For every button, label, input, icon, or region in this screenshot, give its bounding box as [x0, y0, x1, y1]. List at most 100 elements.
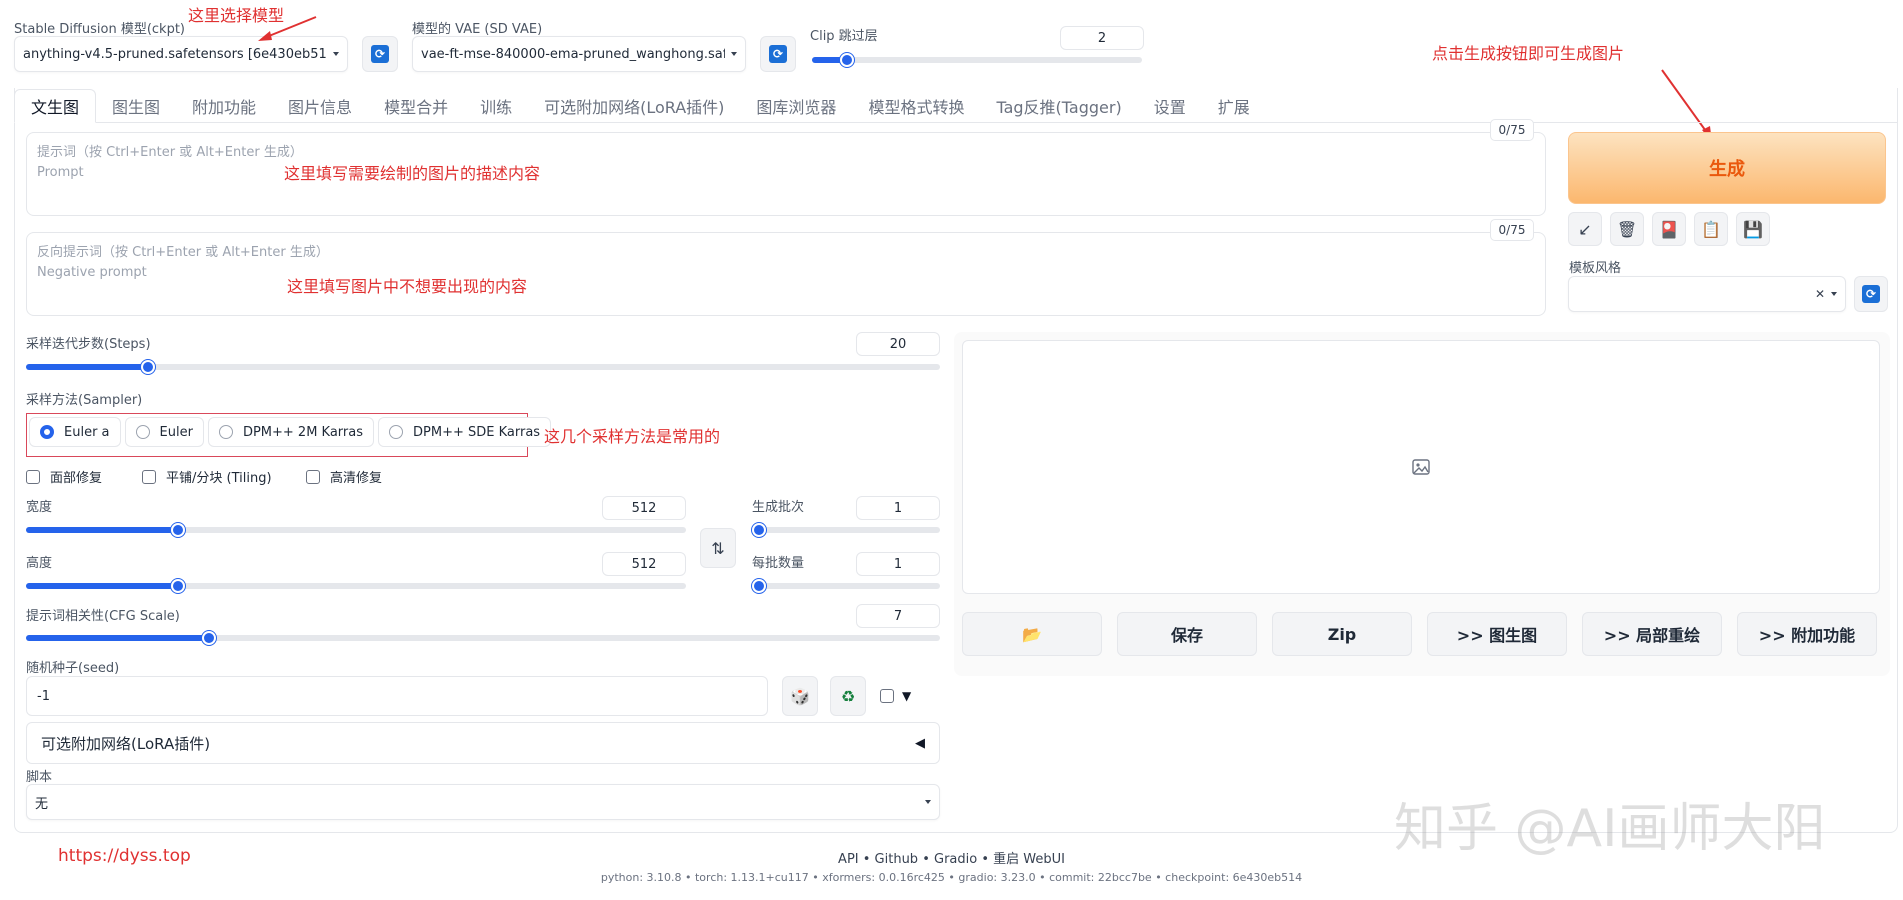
send-to-extras-button[interactable]: >> 附加功能	[1737, 612, 1877, 656]
output-gallery[interactable]	[962, 340, 1880, 594]
sampler-option-euler[interactable]: Euler	[124, 417, 204, 447]
refresh-style-button[interactable]: ⟳	[1854, 276, 1888, 312]
generate-button[interactable]: 生成	[1568, 132, 1886, 204]
swap-icon: ⇅	[711, 538, 725, 558]
width-label: 宽度	[26, 500, 53, 515]
read-params-button[interactable]: ↙	[1568, 212, 1602, 246]
tab-convert[interactable]: 模型格式转换	[852, 89, 980, 122]
sampler-option-dpm-2m-karras[interactable]: DPM++ 2M Karras	[207, 417, 375, 447]
tab-extensions[interactable]: 扩展	[1202, 89, 1266, 122]
clip-skip-number[interactable]: 2	[1060, 26, 1144, 50]
annotation-arrow-model	[258, 16, 317, 41]
save-icon: 💾	[1743, 219, 1763, 239]
steps-slider[interactable]	[26, 360, 940, 374]
checkbox	[306, 469, 320, 484]
refresh-icon: ⟳	[1862, 285, 1880, 303]
slider-handle[interactable]	[752, 523, 766, 537]
slider-handle[interactable]	[171, 579, 185, 593]
open-folder-button[interactable]: 📂	[962, 612, 1102, 656]
width-slider[interactable]	[26, 523, 686, 537]
annotation-prompt: 这里填写需要绘制的图片的描述内容	[284, 164, 541, 183]
vae-select[interactable]: vae-ft-mse-840000-ema-pruned_wanghong.sa…	[412, 36, 746, 72]
zip-button[interactable]: Zip	[1272, 612, 1412, 656]
footer-links[interactable]: API • Github • Gradio • 重启 WebUI	[0, 848, 1903, 867]
script-value: 无	[35, 796, 49, 812]
sampler-option-euler-a[interactable]: Euler a	[29, 417, 121, 447]
seed-label: 随机种子(seed)	[26, 661, 120, 676]
sampler-label: 采样方法(Sampler)	[26, 393, 143, 408]
image-icon	[1412, 459, 1430, 475]
tab-tagger[interactable]: Tag反推(Tagger)	[980, 89, 1137, 122]
checkbox	[880, 689, 894, 703]
clip-skip-slider[interactable]	[812, 53, 1142, 67]
steps-label: 采样迭代步数(Steps)	[26, 337, 151, 352]
refresh-vae-button[interactable]: ⟳	[760, 36, 796, 72]
slider-handle[interactable]	[202, 631, 216, 645]
arrow-icon: ↙	[1578, 219, 1592, 239]
annotation-url: https://dyss.top	[58, 846, 191, 866]
script-select[interactable]: 无	[26, 784, 940, 820]
dice-icon: 🎲	[790, 686, 810, 706]
tab-gallery[interactable]: 图库浏览器	[740, 89, 852, 122]
cfg-slider[interactable]	[26, 631, 940, 645]
reuse-seed-button[interactable]: ♻	[830, 676, 866, 716]
tab-txt2img[interactable]: 文生图	[14, 89, 97, 123]
tab-png-info[interactable]: 图片信息	[272, 89, 368, 122]
folder-icon: 📂	[1022, 624, 1042, 644]
tab-settings[interactable]: 设置	[1138, 89, 1202, 122]
extra-networks-button[interactable]: 🎴	[1652, 212, 1686, 246]
cfg-number[interactable]: 7	[856, 604, 940, 628]
tab-train[interactable]: 训练	[464, 89, 528, 122]
clipboard-icon: 📋	[1701, 219, 1721, 239]
apply-style-button[interactable]: 📋	[1694, 212, 1728, 246]
batch-size-number[interactable]: 1	[856, 552, 940, 576]
trash-icon: 🗑	[1616, 219, 1638, 239]
save-button[interactable]: 保存	[1117, 612, 1257, 656]
tiling-checkbox[interactable]: 平铺/分块 (Tiling)	[142, 467, 272, 486]
lora-accordion[interactable]: 可选附加网络(LoRA插件) ◀	[26, 722, 940, 764]
negative-prompt-input[interactable]: 反向提示词（按 Ctrl+Enter 或 Alt+Enter 生成） Negat…	[26, 232, 1546, 316]
seed-input[interactable]: -1	[26, 676, 768, 716]
width-number[interactable]: 512	[602, 496, 686, 520]
chevron-down-icon	[333, 52, 339, 56]
slider-handle[interactable]	[752, 579, 766, 593]
triangle-left-icon: ◀	[915, 735, 925, 751]
tab-bar: 文生图 图生图 附加功能 图片信息 模型合并 训练 可选附加网络(LoRA插件)…	[14, 89, 1898, 123]
clear-prompt-button[interactable]: 🗑	[1610, 212, 1644, 246]
tab-img2img[interactable]: 图生图	[96, 89, 176, 122]
steps-number[interactable]: 20	[856, 332, 940, 356]
tab-merge[interactable]: 模型合并	[368, 89, 464, 122]
vae-label: 模型的 VAE (SD VAE)	[412, 22, 543, 37]
style-select[interactable]: ✕	[1568, 276, 1846, 312]
height-number[interactable]: 512	[602, 552, 686, 576]
batch-count-label: 生成批次	[752, 500, 805, 515]
clip-skip-label: Clip 跳过层	[810, 29, 878, 44]
slider-handle[interactable]	[171, 523, 185, 537]
cfg-label: 提示词相关性(CFG Scale)	[26, 609, 180, 624]
prompt-token-counter: 0/75	[1490, 119, 1534, 141]
prompt-input[interactable]: 提示词（按 Ctrl+Enter 或 Alt+Enter 生成） Prompt	[26, 132, 1546, 216]
swap-dimensions-button[interactable]: ⇅	[700, 528, 736, 568]
hires-fix-checkbox[interactable]: 高清修复	[306, 467, 382, 486]
refresh-model-button[interactable]: ⟳	[362, 36, 398, 72]
clear-icon[interactable]: ✕	[1815, 287, 1825, 301]
footer-versions: python: 3.10.8 • torch: 1.13.1+cu117 • x…	[600, 871, 1303, 884]
model-value: anything-v4.5-pruned.safetensors [6e430e…	[23, 46, 327, 62]
radio-circle	[218, 425, 233, 439]
restore-faces-checkbox[interactable]: 面部修复	[26, 467, 102, 486]
slider-handle[interactable]	[840, 53, 854, 67]
save-style-button[interactable]: 💾	[1736, 212, 1770, 246]
batch-count-number[interactable]: 1	[856, 496, 940, 520]
batch-count-slider[interactable]	[752, 523, 940, 537]
tab-extras[interactable]: 附加功能	[176, 89, 272, 122]
sampler-option-dpm-sde-karras[interactable]: DPM++ SDE Karras	[378, 417, 552, 447]
height-slider[interactable]	[26, 579, 686, 593]
batch-size-slider[interactable]	[752, 579, 940, 593]
send-to-img2img-button[interactable]: >> 图生图	[1427, 612, 1567, 656]
send-to-inpaint-button[interactable]: >> 局部重绘	[1582, 612, 1722, 656]
tab-lora[interactable]: 可选附加网络(LoRA插件)	[528, 89, 740, 122]
random-seed-button[interactable]: 🎲	[782, 676, 818, 716]
slider-handle[interactable]	[141, 360, 155, 374]
lora-accordion-label: 可选附加网络(LoRA插件)	[41, 734, 211, 753]
extra-seed-toggle[interactable]: ▼	[880, 689, 911, 703]
